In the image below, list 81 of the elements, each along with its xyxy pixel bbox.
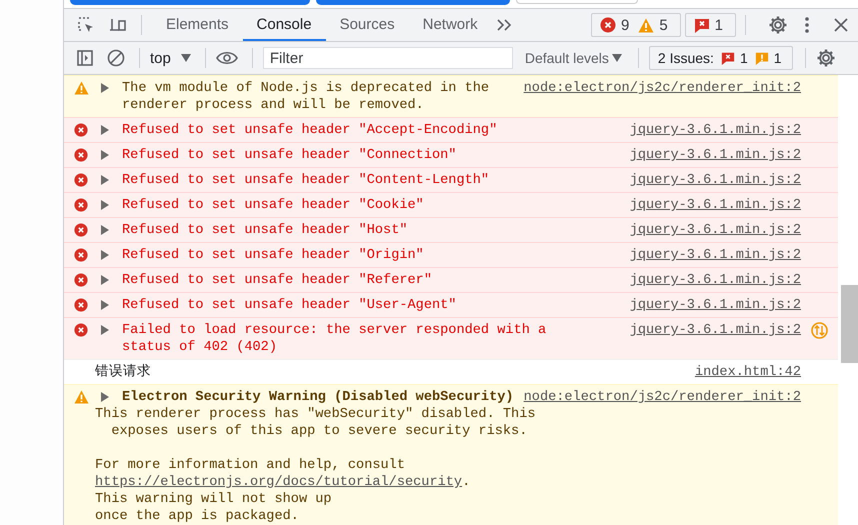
inspect-icon[interactable]	[77, 16, 95, 34]
expand-triangle-icon[interactable]	[101, 392, 109, 402]
source-link[interactable]: jquery-3.6.1.min.js:2	[630, 297, 801, 314]
device-icon[interactable]	[109, 16, 127, 34]
message-text: Refused to set unsafe header "Referer"	[122, 273, 432, 288]
message-text: This renderer process has "webSecurity" disabled. This exposes users of this app to severe security risks. For more information and help, consult https://electronjs.org/docs/tutorial/security. This warning will not show up once the app is packaged.	[95, 406, 537, 525]
error-warning-counter[interactable]: 9 5	[590, 13, 681, 37]
source-link[interactable]: jquery-3.6.1.min.js:2	[630, 197, 801, 214]
issue-flag-icon	[694, 17, 710, 33]
panel-tab[interactable]: Sources	[326, 9, 409, 41]
warning-flag-icon	[754, 51, 769, 65]
issues-button[interactable]: 2 Issues: 1 1	[648, 46, 793, 70]
expand-triangle-icon[interactable]	[101, 325, 109, 335]
expand-triangle-icon[interactable]	[101, 150, 109, 160]
message-text: Refused to set unsafe header "User-Agent"	[122, 298, 456, 313]
expand-triangle-icon[interactable]	[101, 200, 109, 210]
warning-icon	[74, 81, 89, 95]
source-link[interactable]: index.html:42	[694, 364, 801, 381]
dropdown-caret-icon	[180, 54, 191, 62]
source-link[interactable]: jquery-3.6.1.min.js:2	[630, 147, 801, 164]
issue-count: 1	[714, 16, 723, 34]
docs-link[interactable]: https://electronjs.org/docs/tutorial/security	[95, 475, 462, 490]
scrollbar-thumb[interactable]	[841, 285, 858, 363]
error-count: 9	[620, 16, 630, 34]
settings-icon[interactable]	[768, 15, 788, 35]
panel-tab[interactable]: Network	[408, 9, 492, 41]
error-icon	[600, 17, 616, 33]
expand-triangle-icon[interactable]	[101, 83, 109, 93]
filter-field[interactable]: Filter	[262, 47, 513, 69]
message-text: Refused to set unsafe header "Content-Length"	[122, 173, 490, 188]
expand-triangle-icon[interactable]	[101, 125, 109, 135]
source-link[interactable]: jquery-3.6.1.min.js:2	[630, 222, 801, 239]
message-text: 错误请求	[95, 365, 151, 380]
issues-label: 2 Issues:	[658, 50, 714, 66]
issue-count: 1	[774, 50, 782, 66]
error-icon	[74, 273, 88, 287]
expand-triangle-icon[interactable]	[101, 250, 109, 260]
message-text: Refused to set unsafe header "Connection"	[122, 148, 456, 163]
expand-triangle-icon[interactable]	[101, 275, 109, 285]
close-icon[interactable]	[834, 18, 848, 32]
expand-triangle-icon[interactable]	[101, 300, 109, 310]
warning-icon	[74, 390, 89, 404]
warning-icon	[638, 18, 654, 32]
error-icon	[74, 148, 88, 162]
message-text: The vm module of Node.js is deprecated in the renderer process and will be removed.	[122, 81, 490, 113]
source-link[interactable]: jquery-3.6.1.min.js:2	[630, 247, 801, 264]
warning-count: 5	[659, 16, 668, 34]
error-icon	[74, 123, 88, 137]
sidebar-toggle-icon[interactable]	[77, 50, 93, 66]
message-title: Electron Security Warning (Disabled webSecurity)	[122, 390, 514, 405]
expand-triangle-icon[interactable]	[101, 175, 109, 185]
source-link[interactable]: node:electron/js2c/renderer_init:2	[524, 389, 801, 406]
message-text: Refused to set unsafe header "Origin"	[122, 248, 424, 263]
issue-flag-icon	[720, 51, 735, 65]
source-link[interactable]: jquery-3.6.1.min.js:2	[630, 272, 801, 289]
dropdown-caret-icon	[612, 54, 622, 62]
source-link[interactable]: jquery-3.6.1.min.js:2	[630, 322, 801, 339]
error-icon	[74, 248, 88, 262]
settings-icon[interactable]	[816, 48, 836, 68]
panel-tab[interactable]: Elements	[152, 9, 243, 41]
context-dropdown[interactable]: top	[150, 50, 205, 66]
expand-triangle-icon[interactable]	[101, 225, 109, 235]
error-icon	[74, 198, 88, 212]
source-link[interactable]: jquery-3.6.1.min.js:2	[630, 122, 801, 139]
error-icon	[74, 323, 88, 337]
source-link[interactable]: node:electron/js2c/renderer_init:2	[524, 80, 801, 97]
clear-console-icon[interactable]	[107, 49, 125, 67]
issues-counter[interactable]: 1	[684, 13, 736, 37]
issue-count: 1	[740, 50, 748, 66]
source-link[interactable]: jquery-3.6.1.min.js:2	[630, 172, 801, 189]
more-options-icon[interactable]	[804, 16, 810, 34]
error-icon	[74, 298, 88, 312]
error-icon	[74, 173, 88, 187]
log-levels-dropdown[interactable]: Default levels	[520, 50, 626, 66]
message-text: Refused to set unsafe header "Accept-Encoding"	[122, 123, 498, 138]
message-text: Refused to set unsafe header "Host"	[122, 223, 408, 238]
eye-icon[interactable]	[216, 51, 238, 65]
message-text: Refused to set unsafe header "Cookie"	[122, 198, 424, 213]
more-tabs-icon[interactable]	[496, 19, 512, 31]
message-text: Failed to load resource: the server responded with a status of 402 (402)	[122, 323, 546, 355]
error-icon	[74, 223, 88, 237]
